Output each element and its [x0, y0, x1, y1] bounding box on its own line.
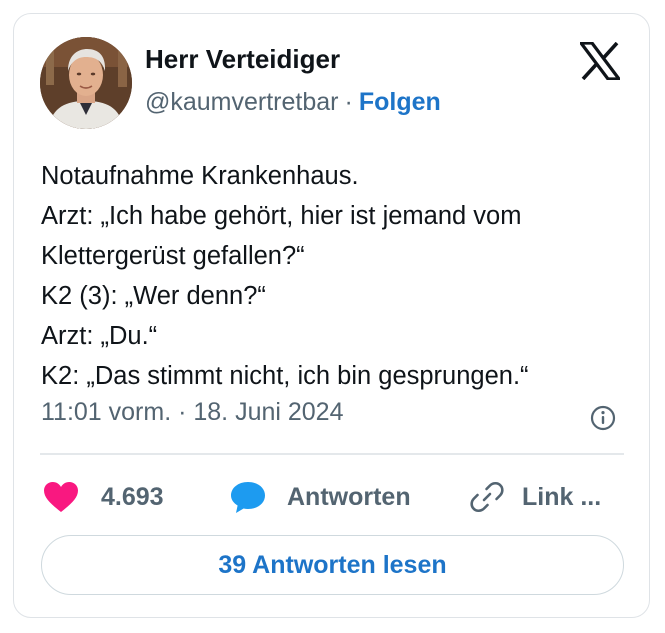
follow-button[interactable]: Folgen [359, 88, 441, 116]
tweet-line: Klettergerüst gefallen?“ [41, 242, 305, 270]
author-handle[interactable]: @kaumvertretbar [145, 88, 339, 116]
tweet-card: Herr Verteidiger @kaumvertretbar · Folgen … [13, 13, 650, 618]
reply-label: Antworten [287, 482, 411, 511]
author-handle-row: @kaumvertretbar · Folgen [145, 88, 441, 117]
copy-link-button[interactable]: Link ... [470, 477, 601, 517]
heart-icon [44, 482, 78, 512]
avatar-photo [40, 37, 132, 129]
info-icon[interactable] [589, 404, 617, 432]
link-icon [470, 481, 504, 513]
tweet-line: K2 (3): „Wer denn?“ [41, 282, 266, 310]
tweet-line: K2: „Das stimmt nicht, ich bin gesprunge… [41, 362, 529, 390]
x-logo-icon[interactable] [580, 42, 620, 80]
author-name[interactable]: Herr Verteidiger [145, 44, 340, 75]
divider [40, 453, 624, 455]
tweet-timestamp[interactable]: 11:01 vorm. · 18. Juni 2024 [41, 398, 344, 427]
tweet-line: Arzt: „Du.“ [41, 322, 158, 350]
link-label: Link ... [522, 482, 602, 511]
avatar[interactable] [40, 37, 132, 129]
like-count: 4.693 [101, 482, 164, 511]
like-button[interactable]: 4.693 [43, 477, 164, 517]
separator-dot: · [344, 88, 353, 116]
read-replies-button[interactable]: 39 Antworten lesen [41, 535, 624, 595]
reply-bubble-icon [231, 482, 265, 513]
tweet-line: Arzt: „Ich habe gehört, hier ist jemand … [41, 202, 522, 230]
tweet-line: Notaufnahme Krankenhaus. [41, 162, 359, 190]
tweet-text: Notaufnahme Krankenhaus. Arzt: „Ich habe… [41, 156, 631, 396]
reply-button[interactable]: Antworten [230, 477, 411, 517]
